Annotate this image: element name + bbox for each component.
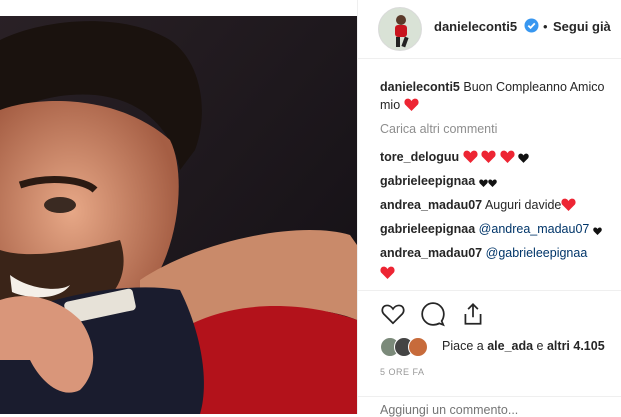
- post-timestamp[interactable]: 5 ORE FA: [380, 367, 425, 377]
- header-username[interactable]: danieleconti5: [434, 19, 517, 34]
- add-comment-bar: [358, 396, 621, 417]
- heart-emoji-icon: [404, 98, 419, 111]
- load-more-comments-link[interactable]: Carica altri commenti: [380, 122, 497, 136]
- comment-row: tore_deloguu: [380, 148, 529, 166]
- likes-middle: e: [536, 339, 544, 353]
- comment-mention[interactable]: @andrea_madau07: [479, 222, 590, 236]
- black-heart-icon: [478, 179, 488, 187]
- heart-emoji-icon: [561, 198, 576, 211]
- comment-row: andrea_madau07 @gabrieleepignaa: [380, 244, 621, 282]
- liker-avatars[interactable]: [380, 337, 440, 357]
- heart-emoji-icon: [380, 266, 395, 279]
- add-comment-input[interactable]: [380, 403, 600, 417]
- likes-summary: Piace a ale_ada e altri 4.105: [442, 339, 605, 353]
- post-header: danieleconti5 • Segui già: [358, 0, 621, 59]
- caption: danieleconti5 Buon Compleanno Amico mio: [380, 78, 621, 114]
- likes-prefix: Piace a: [442, 339, 484, 353]
- follow-button[interactable]: Segui già: [553, 19, 611, 34]
- heart-emoji-icon: [463, 150, 478, 163]
- comment-username[interactable]: gabrieleepignaa: [380, 222, 475, 236]
- liker-avatar: [408, 337, 428, 357]
- likes-first-user[interactable]: ale_ada: [487, 339, 533, 353]
- comment-username[interactable]: andrea_madau07: [380, 246, 482, 260]
- comment-username[interactable]: andrea_madau07: [380, 198, 482, 212]
- like-heart-icon[interactable]: [380, 301, 406, 327]
- black-heart-icon: [593, 227, 602, 235]
- heart-emoji-icon: [500, 150, 515, 163]
- share-icon[interactable]: [460, 301, 486, 327]
- comment-username[interactable]: tore_deloguu: [380, 150, 459, 164]
- separator-dot: •: [543, 19, 548, 34]
- comment-row: gabrieleepignaa: [380, 172, 497, 190]
- comment-username[interactable]: gabrieleepignaa: [380, 174, 475, 188]
- photo-illustration: [0, 0, 357, 414]
- black-heart-icon: [487, 179, 497, 187]
- avatar[interactable]: [378, 7, 422, 51]
- post-photo[interactable]: [0, 0, 357, 414]
- comment-text: Auguri davide: [484, 198, 562, 212]
- comment-row: andrea_madau07 Auguri davide: [380, 196, 576, 214]
- heart-emoji-icon: [481, 150, 496, 163]
- avatar-image: [379, 8, 421, 50]
- black-heart-icon: [518, 153, 529, 163]
- verified-badge-icon: [524, 18, 539, 33]
- comment-mention[interactable]: @gabrieleepignaa: [486, 246, 588, 260]
- likes-others-link[interactable]: altri 4.105: [547, 339, 605, 353]
- caption-username[interactable]: danieleconti5: [380, 80, 460, 94]
- comment-bubble-icon[interactable]: [420, 301, 446, 327]
- comment-row: gabrieleepignaa @andrea_madau07: [380, 220, 602, 238]
